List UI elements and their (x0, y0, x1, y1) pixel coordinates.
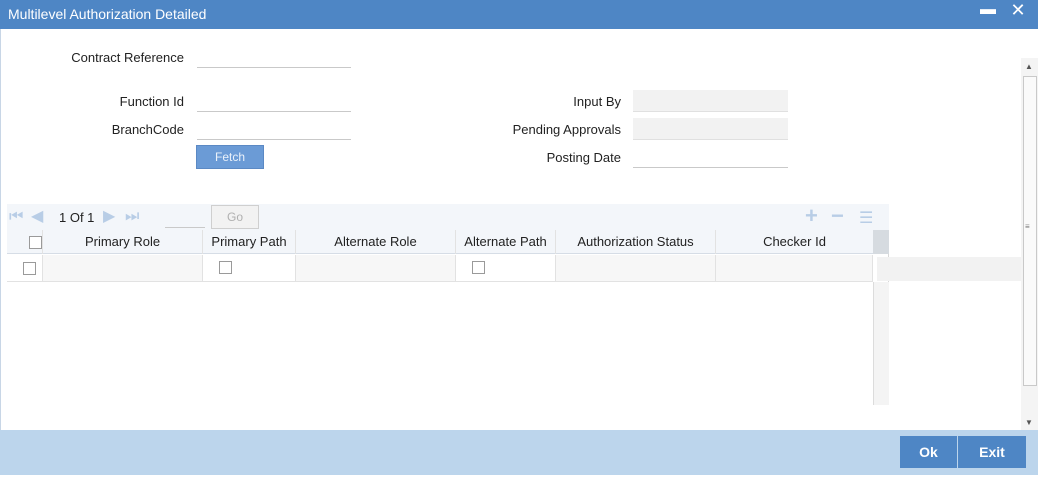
add-row-icon[interactable]: + (805, 204, 818, 228)
window-titlebar: Multilevel Authorization Detailed ▬ ✕ (0, 0, 1038, 29)
close-icon[interactable]: ✕ (1006, 0, 1030, 26)
exit-button[interactable]: Exit (958, 436, 1026, 468)
primary-path-checkbox[interactable] (219, 261, 232, 274)
page-number-input[interactable] (165, 208, 205, 228)
ok-button[interactable]: Ok (900, 436, 957, 468)
alternate-role-cell[interactable] (296, 255, 456, 282)
posting-date-input[interactable] (633, 146, 788, 168)
main-content: Contract Reference Function Id BranchCod… (0, 29, 1038, 432)
row-select-cell (7, 255, 43, 282)
delete-row-icon[interactable]: − (831, 204, 844, 228)
next-page-icon[interactable]: ▶ (103, 208, 115, 226)
column-header-checker-id[interactable]: Checker Id (716, 230, 873, 254)
first-page-icon[interactable]: ⏮ (9, 208, 23, 226)
grid-pager: ⏮ ◀ 1 Of 1 ▶ ⏭ Go + − ☰ (7, 204, 889, 230)
minimize-icon[interactable]: ▬ (976, 1, 1000, 27)
scroll-up-icon[interactable]: ▲ (1025, 62, 1033, 71)
pending-approvals-label: Pending Approvals (512, 122, 621, 137)
row-overflow-area (877, 257, 1021, 281)
contract-reference-label: Contract Reference (71, 50, 184, 65)
column-header-authorization-status[interactable]: Authorization Status (556, 230, 716, 254)
function-id-input[interactable] (197, 90, 351, 112)
window-title: Multilevel Authorization Detailed (8, 6, 207, 22)
contract-reference-input[interactable] (197, 46, 351, 68)
last-page-icon[interactable]: ⏭ (125, 208, 139, 226)
select-all-cell (7, 230, 43, 254)
fetch-button[interactable]: Fetch (196, 145, 264, 169)
alternate-path-cell (456, 255, 556, 282)
column-header-alternate-path[interactable]: Alternate Path (456, 230, 556, 254)
grid-header: Primary Role Primary Path Alternate Role… (7, 230, 873, 254)
primary-role-cell[interactable] (43, 255, 203, 282)
column-header-alternate-role[interactable]: Alternate Role (296, 230, 456, 254)
input-by-field (633, 90, 788, 112)
column-header-primary-path[interactable]: Primary Path (203, 230, 296, 254)
page-indicator: 1 Of 1 (59, 210, 95, 225)
input-by-label: Input By (573, 94, 621, 109)
list-view-icon[interactable]: ☰ (859, 207, 873, 231)
scroll-thumb[interactable] (1023, 76, 1037, 386)
branch-code-input[interactable] (197, 118, 351, 140)
column-header-primary-role[interactable]: Primary Role (43, 230, 203, 254)
pending-approvals-field (633, 118, 788, 140)
posting-date-label: Posting Date (546, 150, 621, 165)
grid-vertical-scrollbar[interactable] (873, 282, 889, 405)
page-vertical-scrollbar[interactable]: ▲ ≡ ▼ (1021, 58, 1038, 432)
authorization-status-cell[interactable] (556, 255, 716, 282)
scroll-grip-icon: ≡ (1025, 222, 1030, 231)
checker-id-cell[interactable] (716, 255, 873, 282)
primary-path-cell (203, 255, 296, 282)
alternate-path-checkbox[interactable] (472, 261, 485, 274)
previous-page-icon[interactable]: ◀ (31, 208, 43, 226)
authorization-grid: Primary Role Primary Path Alternate Role… (7, 230, 1021, 405)
row-select-checkbox[interactable] (23, 262, 36, 275)
select-all-checkbox[interactable] (29, 236, 42, 249)
grid-header-corner (873, 230, 889, 254)
dialog-footer: Ok Exit (0, 430, 1038, 475)
go-button[interactable]: Go (211, 205, 259, 229)
scroll-down-icon[interactable]: ▼ (1025, 418, 1033, 427)
function-id-label: Function Id (119, 94, 184, 109)
bottom-strip (0, 475, 1038, 483)
branch-code-label: BranchCode (111, 122, 184, 137)
